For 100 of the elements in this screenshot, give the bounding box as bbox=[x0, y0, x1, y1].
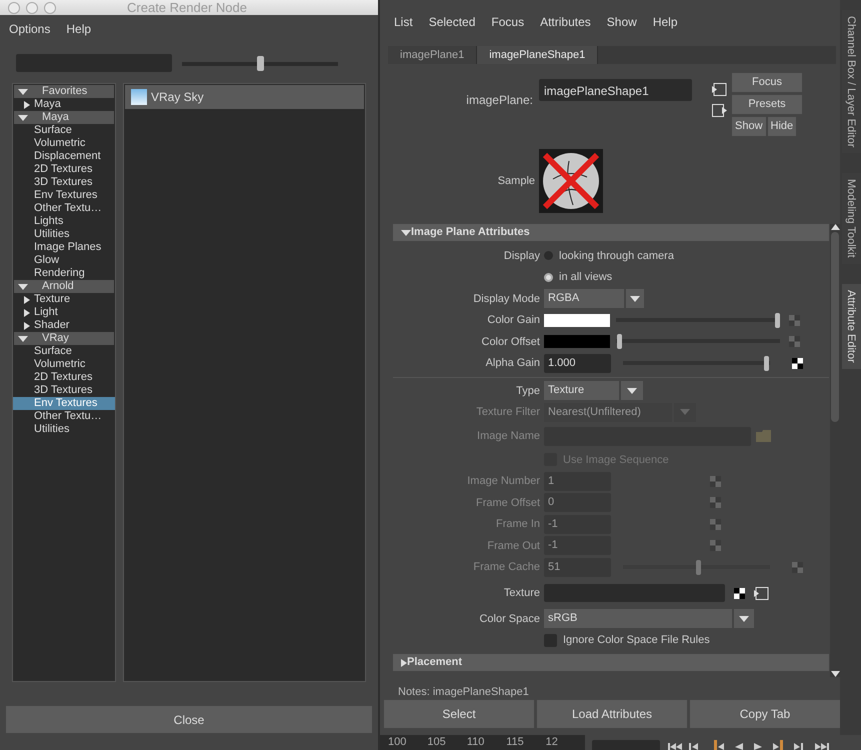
tree-item[interactable]: Surface bbox=[13, 345, 115, 358]
triangle-down-icon[interactable] bbox=[401, 228, 411, 236]
slider-thumb[interactable] bbox=[617, 334, 622, 350]
menu-item[interactable]: Focus bbox=[491, 13, 524, 31]
frame-field[interactable] bbox=[592, 740, 660, 750]
color-swatch[interactable] bbox=[544, 335, 610, 348]
menu-item[interactable]: Selected bbox=[428, 13, 476, 31]
checker-icon[interactable] bbox=[734, 588, 745, 598]
field-label: Image Name bbox=[476, 428, 541, 444]
checkbox[interactable] bbox=[544, 634, 557, 647]
skip-to-start-icon[interactable] bbox=[668, 740, 682, 750]
skip-to-end-icon[interactable] bbox=[815, 740, 829, 750]
checker-icon[interactable] bbox=[789, 314, 800, 326]
menu-item[interactable]: Show bbox=[606, 13, 637, 31]
search-field[interactable] bbox=[16, 54, 172, 72]
tree-item[interactable]: Arnold bbox=[14, 280, 114, 293]
radio-button[interactable] bbox=[544, 272, 553, 282]
frame-number: 100 bbox=[388, 735, 408, 750]
field-label: Alpha Gain bbox=[484, 356, 541, 371]
radio-button[interactable] bbox=[544, 251, 553, 260]
tree-item[interactable]: Volumetric bbox=[13, 137, 115, 150]
tree-item[interactable]: Favorites bbox=[14, 85, 114, 98]
checker-icon[interactable] bbox=[792, 358, 803, 369]
tree-item[interactable]: Shader bbox=[13, 319, 115, 332]
field-label: Image Number bbox=[466, 474, 541, 489]
tree-item[interactable]: 2D Textures bbox=[13, 163, 115, 176]
option-label: looking through camera bbox=[559, 248, 674, 264]
tree-item[interactable]: 3D Textures bbox=[13, 176, 115, 189]
triangle-down-icon[interactable] bbox=[18, 114, 28, 122]
field-label: Frame Offset bbox=[475, 496, 541, 510]
tree-item[interactable]: Rendering bbox=[13, 267, 115, 280]
close-button[interactable]: Close bbox=[6, 706, 372, 733]
menu-item[interactable]: Help bbox=[652, 13, 678, 31]
timeline-ruler[interactable]: 100 105 110 115 12 bbox=[380, 735, 585, 750]
field-label: imagePlane: bbox=[465, 92, 534, 108]
tree-item[interactable]: Env Textures bbox=[13, 397, 115, 410]
tree-item[interactable]: Utilities bbox=[13, 423, 115, 436]
tree-item[interactable]: Surface bbox=[13, 124, 115, 137]
menu-item[interactable]: Options bbox=[9, 20, 50, 38]
side-tab[interactable]: Attribute Editor bbox=[842, 284, 861, 369]
caret-icon bbox=[630, 296, 640, 302]
triangle-down-icon[interactable] bbox=[18, 334, 28, 342]
menu-item[interactable]: Help bbox=[66, 20, 92, 38]
slider-thumb[interactable] bbox=[764, 356, 769, 371]
node-name-field[interactable]: imagePlaneShape1 bbox=[539, 79, 692, 101]
scroll-down-icon[interactable] bbox=[830, 671, 840, 677]
field-label: Type bbox=[515, 384, 541, 398]
field-label: Color Space bbox=[478, 612, 541, 626]
frame-number: 115 bbox=[506, 735, 525, 750]
section-header[interactable]: Placement bbox=[393, 654, 829, 671]
tree-item[interactable]: Volumetric bbox=[13, 358, 115, 371]
sky-gradient-icon bbox=[131, 89, 147, 105]
tree-item[interactable]: VRay bbox=[14, 332, 114, 345]
tree-item[interactable]: 3D Textures bbox=[13, 384, 115, 397]
tree-item[interactable]: Maya bbox=[13, 98, 115, 111]
section-header[interactable]: Image Plane Attributes bbox=[393, 224, 829, 241]
bottom-button[interactable]: Copy Tab bbox=[690, 700, 840, 728]
bottom-button[interactable]: Load Attributes bbox=[537, 700, 687, 728]
tree-item[interactable]: Other Textu… bbox=[13, 410, 115, 423]
tab[interactable]: imagePlane1 bbox=[388, 46, 478, 64]
show-button[interactable]: Show bbox=[732, 117, 766, 136]
triangle-down-icon[interactable] bbox=[18, 282, 28, 290]
tree-item[interactable]: Image Planes bbox=[13, 241, 115, 254]
scroll-up-icon[interactable] bbox=[830, 224, 840, 230]
field-label: Display bbox=[502, 248, 541, 264]
field-label: Frame Out bbox=[486, 538, 541, 554]
tree-item[interactable]: Light bbox=[13, 306, 115, 319]
node-item[interactable]: VRay Sky bbox=[125, 85, 364, 109]
option-label: in all views bbox=[559, 270, 612, 285]
frame-number: 12 bbox=[546, 735, 559, 750]
menu-item[interactable]: List bbox=[394, 13, 413, 31]
triangle-right-icon[interactable] bbox=[24, 100, 30, 108]
tree-item[interactable]: Glow bbox=[13, 254, 115, 267]
tree-item[interactable]: Displacement bbox=[13, 150, 115, 163]
slider-thumb[interactable] bbox=[257, 56, 264, 70]
tree-item[interactable]: 2D Textures bbox=[13, 371, 115, 384]
checker-icon[interactable] bbox=[789, 336, 800, 348]
tree-item[interactable]: Env Textures bbox=[13, 189, 115, 202]
frame-number: 110 bbox=[466, 735, 486, 750]
texture-field[interactable] bbox=[544, 584, 725, 602]
tree-item[interactable]: Utilities bbox=[13, 228, 115, 241]
presets-button[interactable]: Presets bbox=[732, 95, 802, 114]
number-field[interactable]: 1.000 bbox=[544, 354, 611, 373]
scroll-bar[interactable] bbox=[830, 224, 840, 677]
tree-item[interactable]: Other Textu… bbox=[13, 202, 115, 215]
tree-item[interactable]: Texture bbox=[13, 293, 115, 306]
tab[interactable]: imagePlaneShape1 bbox=[477, 46, 598, 64]
focus-button[interactable]: Focus bbox=[732, 73, 802, 92]
triangle-down-icon[interactable] bbox=[18, 88, 28, 96]
field-label: Sample bbox=[496, 174, 536, 189]
triangle-right-icon[interactable] bbox=[401, 658, 407, 666]
color-swatch[interactable] bbox=[544, 314, 610, 327]
hide-button[interactable]: Hide bbox=[768, 117, 796, 136]
bottom-button[interactable]: Select bbox=[384, 700, 534, 728]
menu-item[interactable]: Attributes bbox=[540, 13, 591, 31]
field-label: Color Gain bbox=[486, 313, 541, 328]
window-title: Create Render Node bbox=[126, 0, 248, 17]
tree-item[interactable]: Maya bbox=[14, 111, 114, 124]
slider-thumb[interactable] bbox=[774, 312, 780, 328]
tree-item[interactable]: Lights bbox=[13, 215, 115, 228]
